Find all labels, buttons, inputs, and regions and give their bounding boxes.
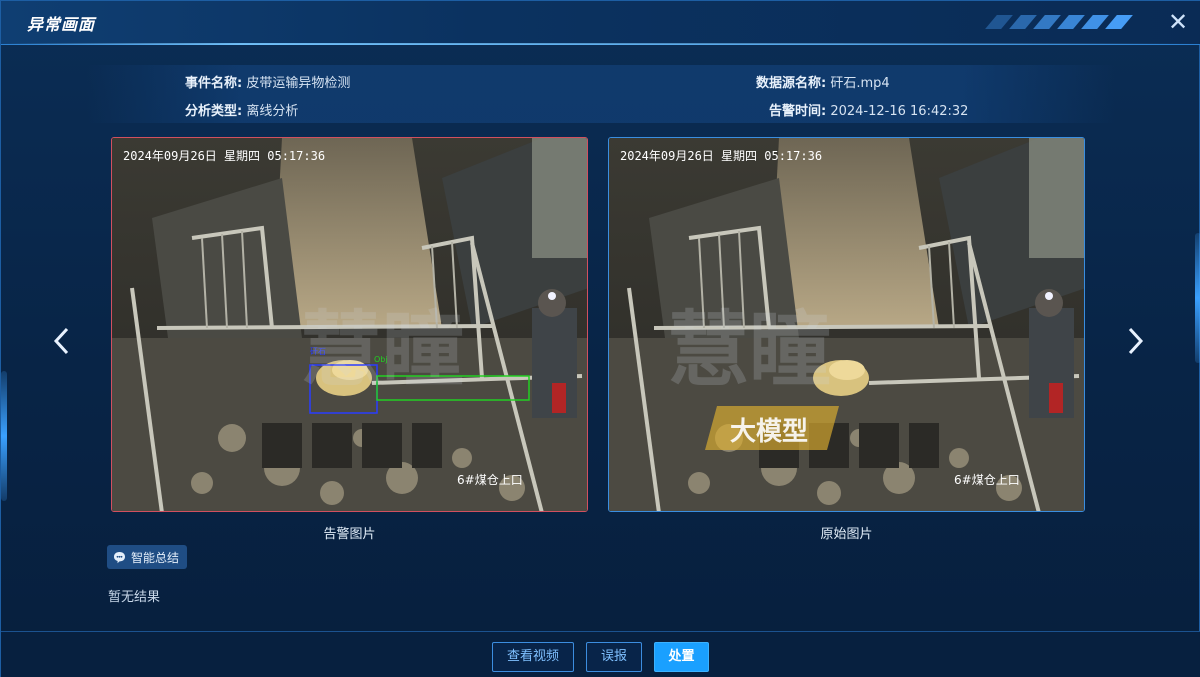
alarm-time-row: 告警时间: 2024-12-16 16:42:32 xyxy=(769,100,968,119)
abnormal-image-dialog: 异常画面 ✕ 事件名称: 皮带运输异物检测 分析类型: 离线分析 数据源名称: … xyxy=(0,0,1200,677)
header-decoration-stripes xyxy=(985,15,1151,29)
false-report-button[interactable]: 误报 xyxy=(586,642,642,672)
dialog-title: 异常画面 xyxy=(27,15,96,34)
next-arrow-icon[interactable] xyxy=(1120,323,1150,359)
smart-summary-label: 智能总结 xyxy=(131,550,180,565)
smart-summary-tag[interactable]: 智能总结 xyxy=(107,545,188,569)
summary-result-text: 暂无结果 xyxy=(108,590,161,605)
alarm-time-label: 告警时间: xyxy=(769,104,827,119)
close-icon[interactable]: ✕ xyxy=(1165,9,1191,35)
alert-image-caption: 告警图片 xyxy=(323,527,376,542)
right-side-tab[interactable] xyxy=(1195,233,1200,363)
previous-arrow-icon[interactable] xyxy=(47,323,77,359)
analysis-type-row: 分析类型: 离线分析 xyxy=(185,100,298,119)
original-image-caption: 原始图片 xyxy=(820,527,873,542)
source-value: 矸石.mp4 xyxy=(830,76,890,91)
event-name-label: 事件名称: xyxy=(185,76,243,91)
original-image[interactable]: 慧瞳 大模型 2024年09月26日 星期四 05:17:36 6#煤仓上口 xyxy=(608,137,1085,512)
analysis-type-value: 离线分析 xyxy=(246,104,299,119)
svg-text:慧瞳: 慧瞳 xyxy=(300,303,464,398)
event-name-row: 事件名称: 皮带运输异物检测 xyxy=(185,72,350,91)
original-image-location: 6#煤仓上口 xyxy=(954,473,1020,487)
handle-button[interactable]: 处置 xyxy=(654,642,709,672)
model-watermark-text: 大模型 xyxy=(730,417,808,447)
alert-image[interactable]: 矸石 Obj 慧瞳 2024年09月26日 星期四 05:17:36 6#煤仓上… xyxy=(111,137,588,512)
svg-text:慧瞳: 慧瞳 xyxy=(667,303,831,398)
event-name-value: 皮带运输异物检测 xyxy=(246,76,351,91)
analysis-type-label: 分析类型: xyxy=(185,104,243,119)
source-label: 数据源名称: xyxy=(756,76,827,91)
header-divider xyxy=(1,43,1200,45)
model-watermark: 大模型 xyxy=(705,406,839,450)
left-side-tab[interactable] xyxy=(1,371,7,501)
view-video-button[interactable]: 查看视频 xyxy=(492,642,574,672)
source-row: 数据源名称: 矸石.mp4 xyxy=(756,72,890,91)
alert-image-location: 6#煤仓上口 xyxy=(457,473,523,487)
dialog-header: 异常画面 ✕ xyxy=(1,1,1200,45)
original-image-timestamp: 2024年09月26日 星期四 05:17:36 xyxy=(620,149,822,163)
chat-bubble-icon xyxy=(114,551,125,563)
alert-image-timestamp: 2024年09月26日 星期四 05:17:36 xyxy=(123,149,325,163)
alarm-time-value: 2024-12-16 16:42:32 xyxy=(830,104,969,119)
